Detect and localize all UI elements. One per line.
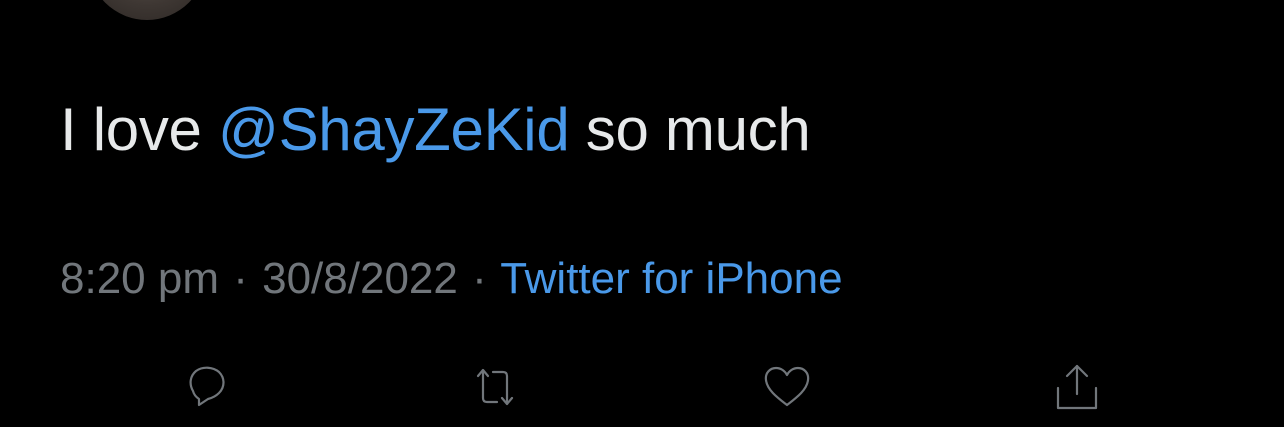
tweet-time[interactable]: 8:20 pm <box>60 254 219 303</box>
tweet-text-before: I love <box>60 96 218 163</box>
retweet-icon <box>476 368 514 406</box>
tweet-meta: 8:20 pm · 30/8/2022 · Twitter for iPhone <box>60 252 843 306</box>
share-icon <box>1056 364 1098 410</box>
share-button[interactable] <box>1048 358 1106 416</box>
tweet-date[interactable]: 30/8/2022 <box>262 254 458 303</box>
meta-separator: · <box>472 254 487 303</box>
heart-icon <box>764 366 810 407</box>
tweet-text-after: so much <box>569 96 811 163</box>
retweet-button[interactable] <box>466 358 524 416</box>
avatar[interactable] <box>88 0 206 20</box>
tweet-text: I love @ShayZeKid so much <box>60 92 811 168</box>
reply-icon <box>189 366 225 407</box>
meta-separator: · <box>233 254 248 303</box>
reply-button[interactable] <box>176 358 234 416</box>
mention-link[interactable]: @ShayZeKid <box>218 96 570 163</box>
like-button[interactable] <box>758 358 816 416</box>
tweet-source-link[interactable]: Twitter for iPhone <box>500 254 842 303</box>
action-bar <box>0 358 1284 416</box>
